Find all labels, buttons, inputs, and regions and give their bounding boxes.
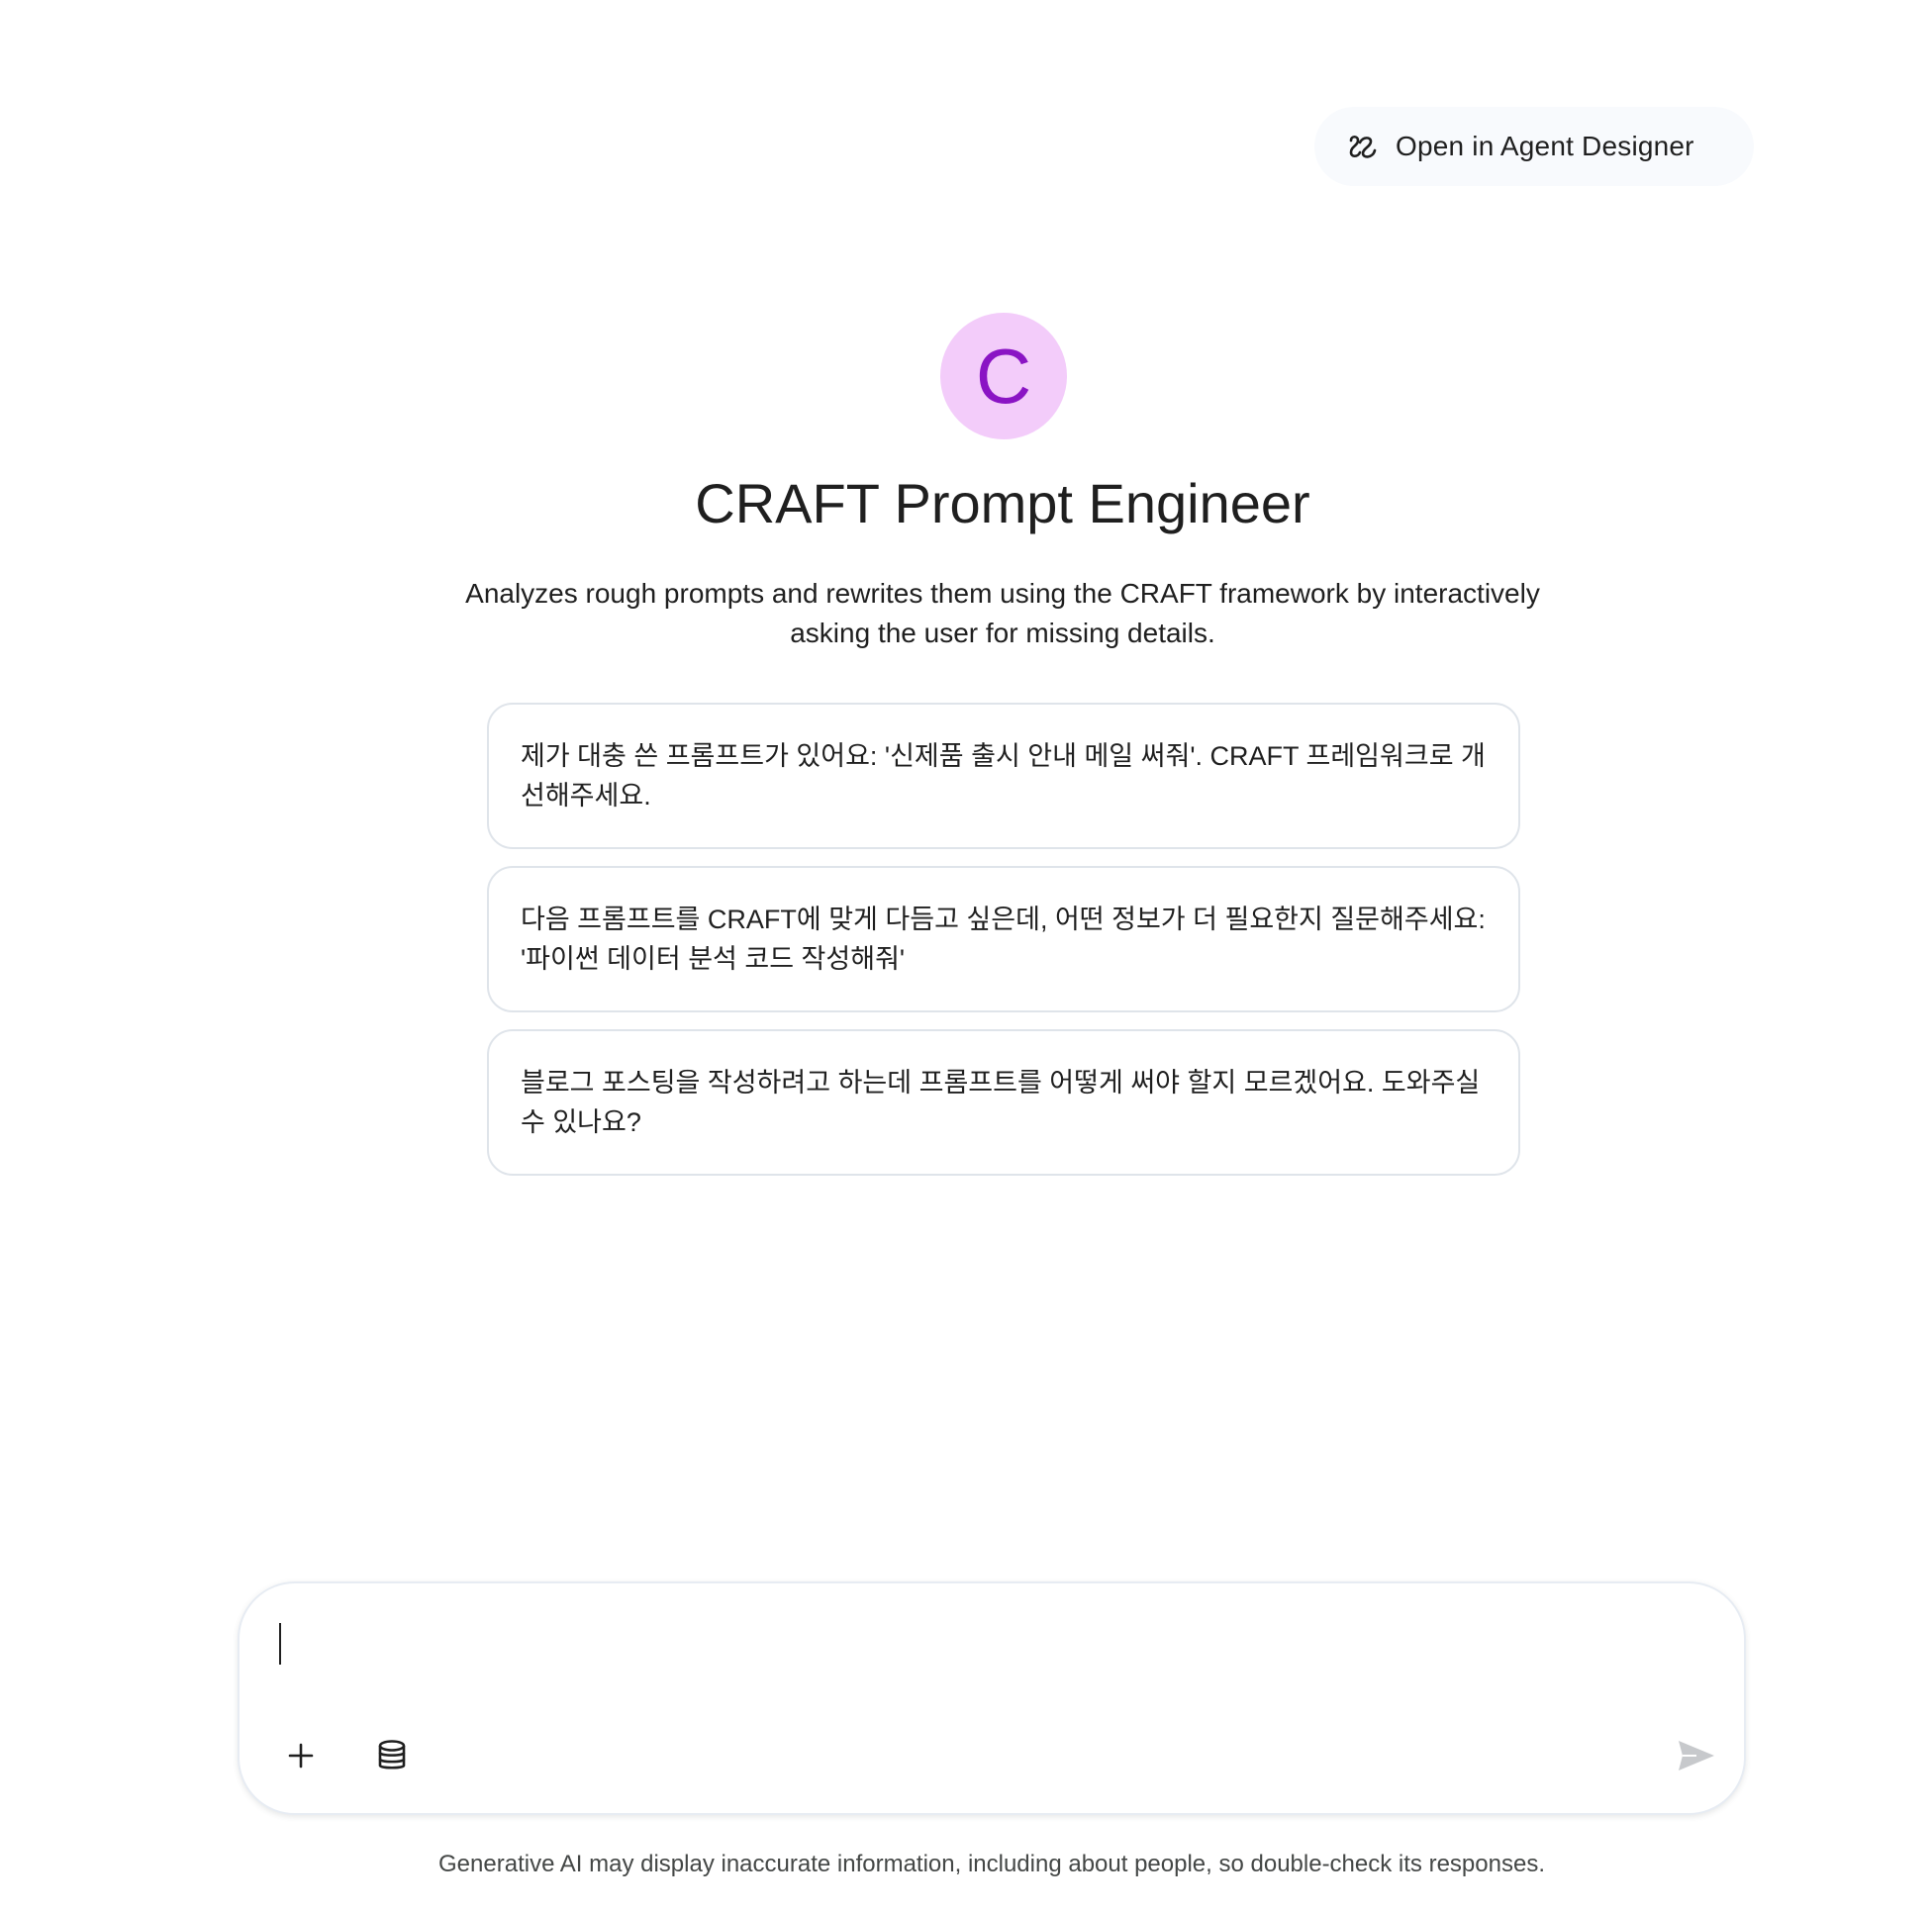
open-in-agent-designer-button[interactable]: Open in Agent Designer — [1314, 107, 1754, 186]
message-input[interactable] — [277, 1619, 1667, 1671]
text-caret — [279, 1623, 281, 1665]
agent-title: CRAFT Prompt Engineer — [695, 472, 1310, 534]
suggestion-list: 제가 대충 쓴 프롬프트가 있어요: '신제품 출시 안내 메일 써줘'. CR… — [487, 703, 1520, 1193]
datastore-button[interactable] — [362, 1728, 422, 1787]
database-icon — [376, 1739, 408, 1777]
send-icon — [1677, 1739, 1716, 1777]
open-in-agent-designer-label: Open in Agent Designer — [1396, 131, 1694, 161]
suggestion-chip[interactable]: 제가 대충 쓴 프롬프트가 있어요: '신제품 출시 안내 메일 써줘'. CR… — [487, 703, 1520, 849]
send-button[interactable] — [1667, 1728, 1726, 1787]
agent-description: Analyzes rough prompts and rewrites them… — [465, 578, 1540, 648]
suggestion-chip[interactable]: 블로그 포스팅을 작성하려고 하는데 프롬프트를 어떻게 써야 할지 모르겠어요… — [487, 1029, 1520, 1176]
suggestion-chip[interactable]: 다음 프롬프트를 CRAFT에 맞게 다듬고 싶은데, 어떤 정보가 더 필요한… — [487, 866, 1520, 1012]
add-button[interactable] — [271, 1728, 331, 1787]
agent-avatar: C — [940, 313, 1067, 439]
agent-designer-icon — [1346, 130, 1380, 163]
plus-icon — [286, 1741, 316, 1775]
message-composer — [238, 1581, 1746, 1815]
ai-disclaimer: Generative AI may display inaccurate inf… — [438, 1851, 1545, 1877]
